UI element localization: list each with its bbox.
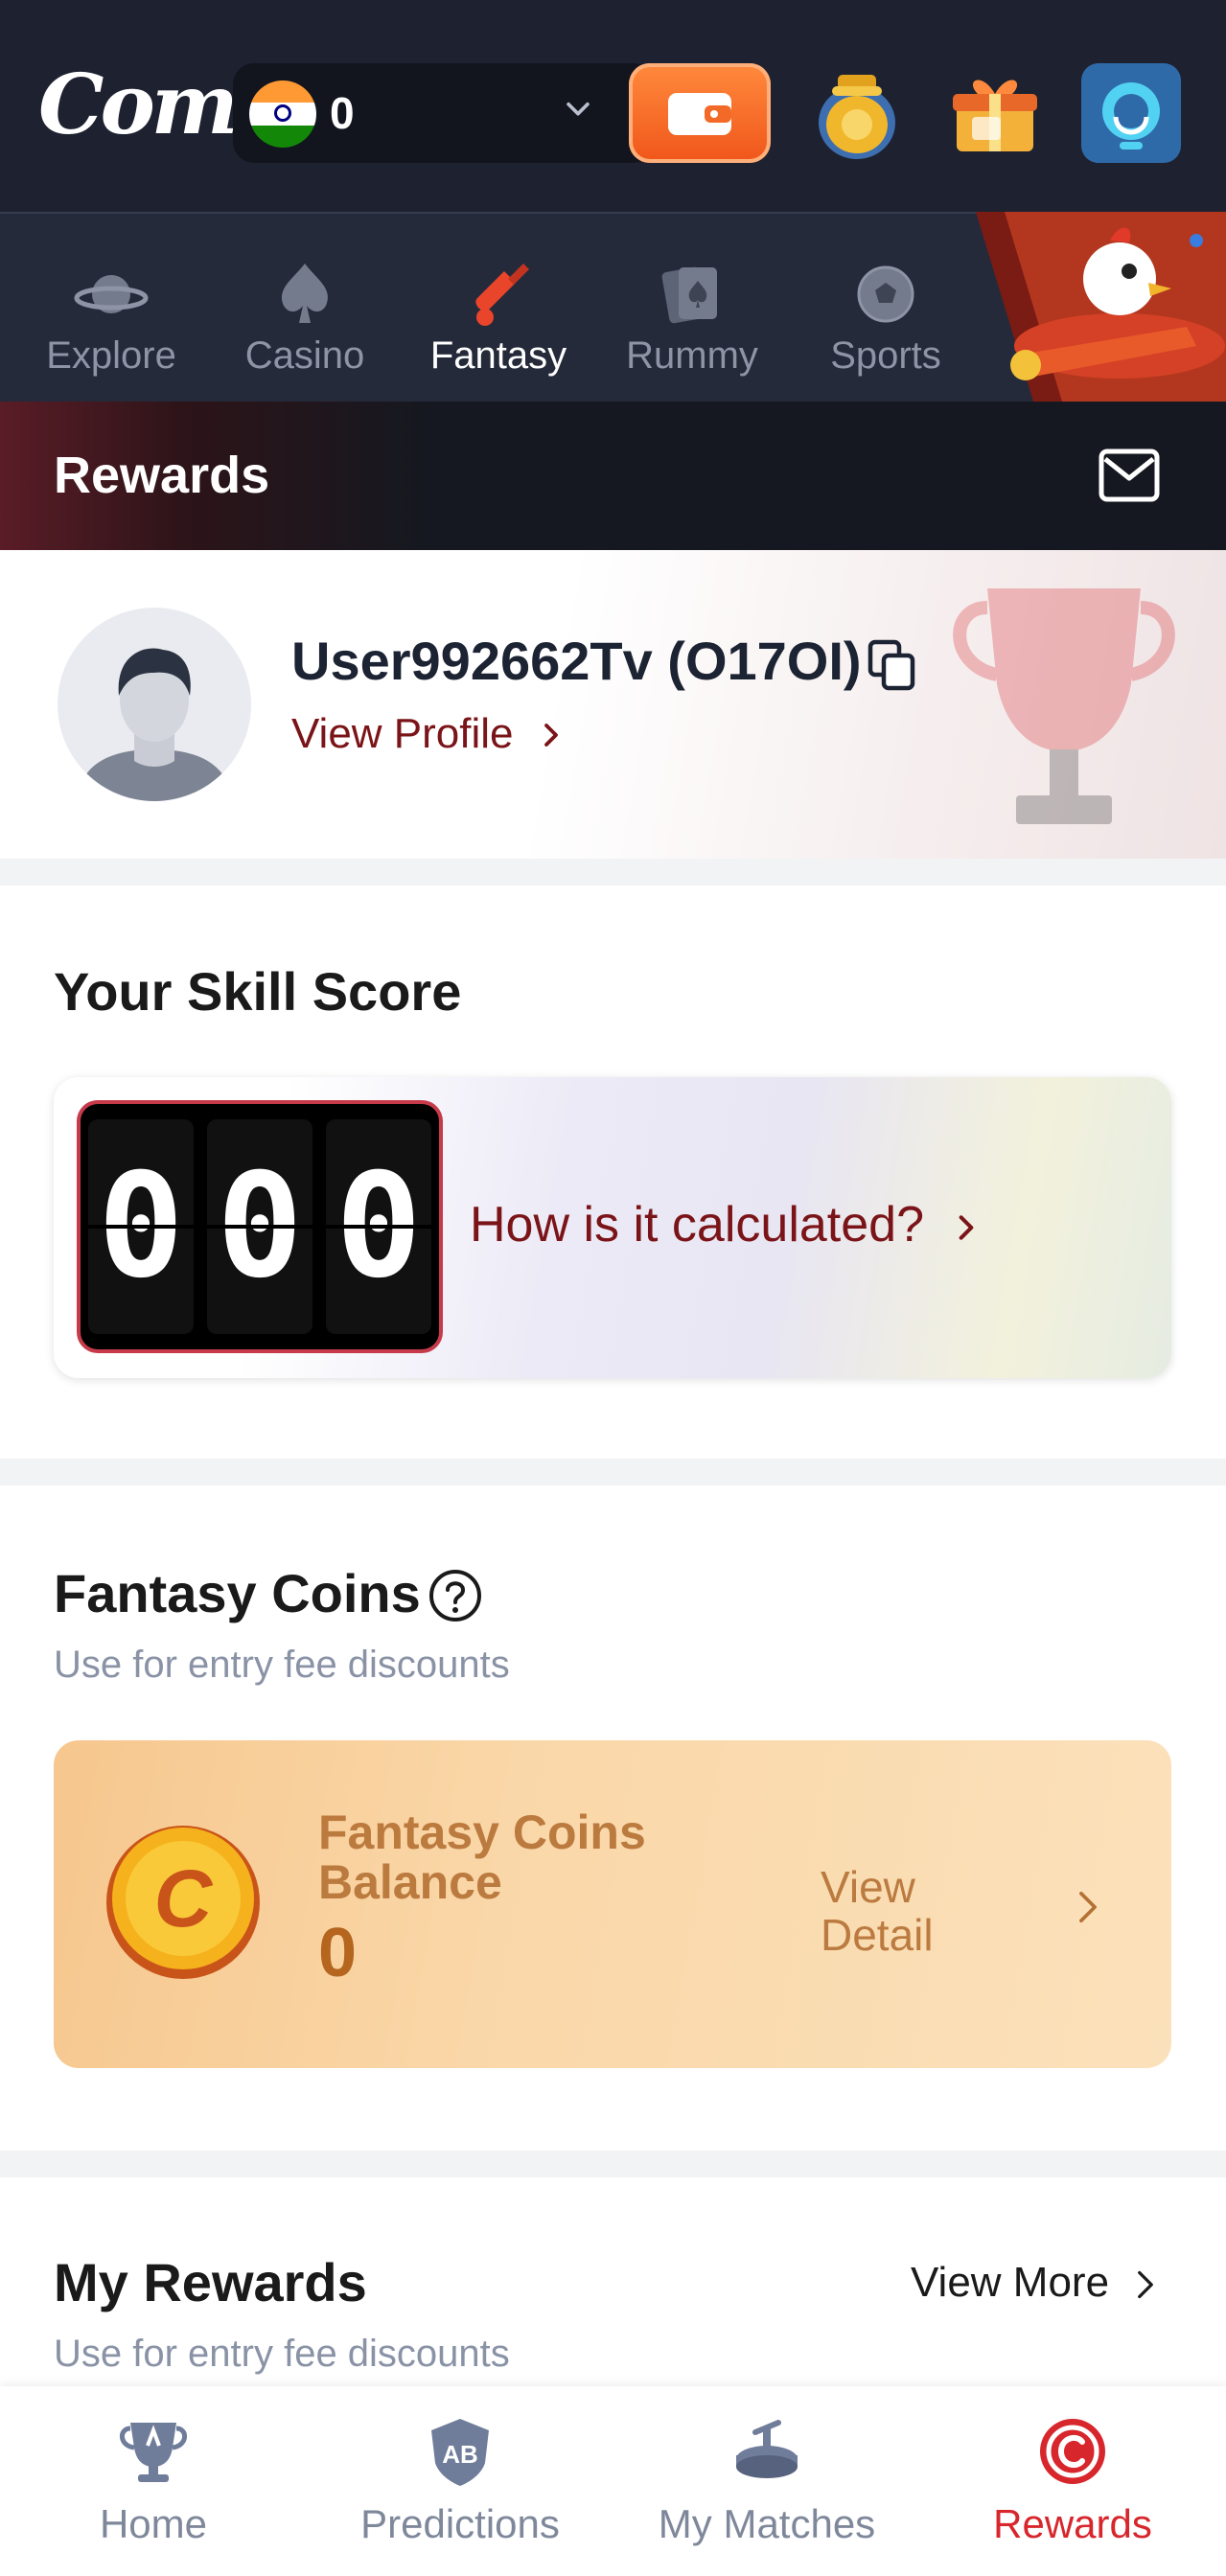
nav-rewards[interactable]: Rewards (919, 2386, 1226, 2576)
tab-label: Sports (830, 334, 941, 377)
india-flag-icon (249, 80, 316, 148)
copy-icon[interactable] (865, 638, 918, 692)
cricket-bat-icon (475, 264, 529, 326)
tab-label: Rummy (626, 334, 758, 377)
cards-icon (661, 266, 717, 324)
my-rewards-subtitle: Use for entry fee discounts (54, 2333, 510, 2375)
support-button[interactable] (1081, 63, 1181, 163)
balance-amount: 0 (330, 88, 355, 138)
ab-shield-icon: AB (431, 2419, 489, 2486)
nav-label: Home (99, 2501, 208, 2546)
profile-card: User992662Tv (O17OI) View Profile (0, 550, 1226, 859)
trophy-icon (120, 2423, 187, 2482)
tab-fantasy[interactable]: Fantasy (403, 214, 594, 403)
score-digit: 0 (207, 1119, 312, 1334)
coin-letter: C (154, 1853, 214, 1944)
coins-balance-label: Fantasy Coins Balance (318, 1806, 646, 1909)
coin-icon: C (106, 1826, 260, 1979)
football-icon (857, 265, 914, 323)
tab-label: Casino (244, 334, 365, 377)
help-icon[interactable] (428, 1568, 483, 1623)
chevron-right-icon (544, 724, 558, 747)
bottom-nav: Home AB Predictions My Matches Rewards (0, 2386, 1226, 2576)
how-calculated-label: How is it calculated? (470, 1197, 924, 1253)
wallet-button[interactable] (629, 63, 771, 163)
nav-label: Rewards (993, 2501, 1152, 2546)
tab-sports[interactable]: Sports (790, 214, 982, 403)
rewards-coin-icon (1040, 2419, 1105, 2484)
chevron-down-icon[interactable] (562, 92, 594, 125)
top-bar: Come 0 (0, 0, 1226, 212)
fantasy-coins-card[interactable]: C Fantasy Coins Balance 0 View Detail (54, 1740, 1171, 2068)
view-more-link[interactable]: View More (911, 2258, 1109, 2308)
coins-balance-value: 0 (318, 1915, 358, 1991)
username: User992662Tv (O17OI) (291, 631, 862, 691)
spade-icon (282, 264, 328, 323)
skill-score-title: Your Skill Score (54, 961, 462, 1022)
matches-icon (736, 2420, 798, 2478)
tab-rummy[interactable]: Rummy (596, 214, 788, 403)
score-display: 0 0 0 (81, 1104, 439, 1349)
skill-score-card[interactable]: 0 0 0 How is it calculated? (54, 1077, 1171, 1378)
tab-explore[interactable]: Explore (15, 214, 207, 403)
promo-banner[interactable] (976, 212, 1226, 402)
nav-my-matches[interactable]: My Matches (613, 2386, 920, 2576)
mail-icon[interactable] (1098, 448, 1161, 503)
treasure-jar-icon[interactable] (805, 61, 909, 165)
score-digit: 0 (88, 1119, 194, 1334)
page-header: Rewards (0, 402, 1226, 550)
chevron-right-icon (1138, 2270, 1153, 2299)
page-title: Rewards (54, 447, 270, 504)
view-profile-label: View Profile (291, 710, 514, 757)
nav-label: My Matches (658, 2501, 876, 2546)
tab-casino[interactable]: Casino (209, 214, 401, 403)
gift-box-icon[interactable] (943, 61, 1047, 165)
section-divider (0, 2150, 1226, 2177)
how-calculated-link[interactable]: How is it calculated? (470, 1194, 982, 1255)
nav-label: Predictions (360, 2501, 560, 2546)
planet-icon (74, 275, 149, 313)
user-avatar-icon (77, 648, 232, 801)
headset-icon (1102, 82, 1160, 150)
my-rewards-title: My Rewards (54, 2252, 367, 2312)
avatar[interactable] (58, 608, 251, 801)
tab-label: Fantasy (429, 334, 567, 377)
view-profile-link[interactable]: View Profile (291, 709, 566, 759)
fantasy-coins-subtitle: Use for entry fee discounts (54, 1644, 510, 1686)
nav-home[interactable]: Home (0, 2386, 307, 2576)
trophy-icon (953, 588, 1175, 824)
tab-label: Explore (46, 334, 176, 377)
section-divider (0, 1459, 1226, 1485)
chevron-right-icon (1079, 1891, 1097, 1923)
score-digit: 0 (326, 1119, 431, 1334)
wallet-icon (668, 93, 731, 135)
nav-predictions[interactable]: AB Predictions (307, 2386, 613, 2576)
fantasy-coins-title: Fantasy Coins (54, 1563, 421, 1623)
chevron-right-icon (960, 1215, 974, 1240)
view-detail-link[interactable]: View Detail (821, 1863, 974, 1959)
svg-text:AB: AB (442, 2440, 478, 2469)
section-divider (0, 859, 1226, 886)
